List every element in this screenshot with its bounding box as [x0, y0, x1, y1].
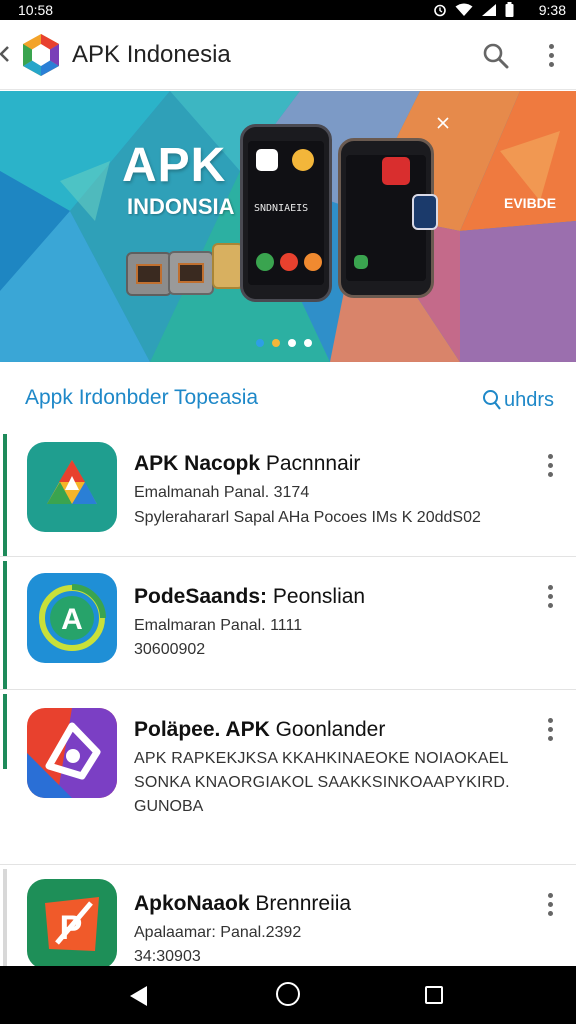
shield-logo-icon	[27, 708, 117, 798]
app-chip-icon	[280, 253, 298, 271]
carousel-indicator[interactable]	[256, 339, 312, 347]
app-chip-icon	[382, 157, 410, 185]
app-description-line: GUNOBA	[134, 798, 204, 815]
list-item[interactable]: P ApkoNaaok Brennreiia Apalaamar: Panal.…	[0, 867, 576, 966]
navigation-bar	[0, 966, 576, 1024]
app-description-line: SONKA KNAORGIAKOL SAAKKSINKOAAPYKIRD.	[134, 774, 510, 791]
more-vert-icon[interactable]	[542, 42, 560, 70]
section-search-label: uhdrs	[504, 388, 555, 411]
app-description: Spylerahararl Sapal AHa Pocoes IMs K 20d…	[134, 509, 481, 526]
app-chip-icon	[304, 253, 322, 271]
list-item-accent	[3, 434, 7, 556]
app-bar: APK Indonesia	[0, 20, 576, 90]
list-item-accent	[3, 869, 7, 966]
nav-back-icon[interactable]	[129, 985, 149, 1012]
logo-icon	[20, 33, 62, 77]
phone-screen-text: SNDNIAEIS	[254, 203, 309, 214]
app-meta-line: Apalaamar: Panal.2392	[134, 924, 302, 941]
more-vert-icon[interactable]	[541, 891, 559, 919]
app-chip-icon	[354, 255, 368, 269]
more-vert-icon[interactable]	[541, 583, 559, 611]
more-vert-icon[interactable]	[541, 452, 559, 480]
nav-recents-icon[interactable]	[425, 986, 443, 1004]
battery-icon	[505, 2, 514, 20]
app-chip-icon	[256, 149, 278, 171]
status-icons	[433, 2, 514, 20]
list-item-accent	[3, 561, 7, 689]
carousel-dot[interactable]	[288, 339, 296, 347]
search-icon[interactable]	[482, 42, 510, 70]
app-description-line: APK RAPKEKJKSA KKAHKINAEOKE NOIAOKAEL	[134, 750, 509, 767]
list-item[interactable]: APK Nacopk Pacnnnair Emalmanah Panal. 31…	[0, 432, 576, 557]
app-title: PodeSaands: Peonslian	[134, 585, 366, 608]
app-meta-line: Emalmaran Panal. 1111	[134, 617, 303, 634]
list-item[interactable]: Poläpee. APK Goonlander APK RAPKEKJKSA K…	[0, 692, 576, 865]
carousel-dot[interactable]	[304, 339, 312, 347]
status-time-left: 10:58	[18, 2, 54, 18]
app-meta-line: Emalmanah Panal. 3174	[134, 484, 310, 501]
app-description: 34:30903	[134, 948, 201, 965]
device-box	[168, 251, 214, 295]
carousel-dot[interactable]	[256, 339, 264, 347]
device-console	[126, 252, 172, 296]
banner-subtitle: INDONSIA	[127, 194, 235, 219]
list-item[interactable]: A PodeSaands: Peonslian Emalmaran Panal.…	[0, 559, 576, 690]
app-chip-icon	[256, 253, 274, 271]
more-vert-icon[interactable]	[541, 716, 559, 744]
device-card	[412, 194, 438, 230]
app-title: APK Indonesia	[72, 41, 231, 68]
back-chevron-icon[interactable]	[0, 42, 14, 66]
app-title: ApkoNaaok Brennreiia	[134, 892, 352, 915]
app-title: Poläpee. APK Goonlander	[134, 718, 386, 741]
alarm-icon	[433, 3, 447, 20]
promo-banner[interactable]: EVIBDE APK INDONSIA SNDNIAEIS	[0, 91, 576, 362]
nav-home-icon[interactable]	[276, 982, 300, 1006]
banner-title: APK	[122, 139, 227, 192]
wifi-icon	[455, 3, 473, 20]
carousel-dot[interactable]	[272, 339, 280, 347]
signal-icon	[481, 3, 497, 20]
flash-p-icon: P	[27, 879, 117, 966]
status-bar: 10:58 9:38	[0, 0, 576, 20]
list-item-accent	[3, 694, 7, 769]
section-search-button[interactable]: uhdrs	[482, 388, 554, 412]
letter-a-circle-icon: A	[27, 573, 117, 663]
sparkle-icon	[437, 117, 449, 129]
app-description: 30600902	[134, 641, 206, 658]
section-header: Appk Irdonbder Topeasia uhdrs	[0, 362, 576, 432]
banner-tag: EVIBDE	[504, 195, 557, 211]
phone-mockup-front: SNDNIAEIS	[240, 124, 332, 302]
app-chip-icon	[292, 149, 314, 171]
app-title: APK Nacopk Pacnnnair	[134, 452, 361, 475]
search-icon	[483, 390, 501, 410]
section-title: Appk Irdonbder Topeasia	[25, 386, 259, 409]
svg-text:A: A	[61, 603, 83, 636]
drive-triangle-icon	[27, 442, 117, 532]
app-list: APK Nacopk Pacnnnair Emalmanah Panal. 31…	[0, 432, 576, 966]
status-time-right: 9:38	[538, 2, 566, 18]
